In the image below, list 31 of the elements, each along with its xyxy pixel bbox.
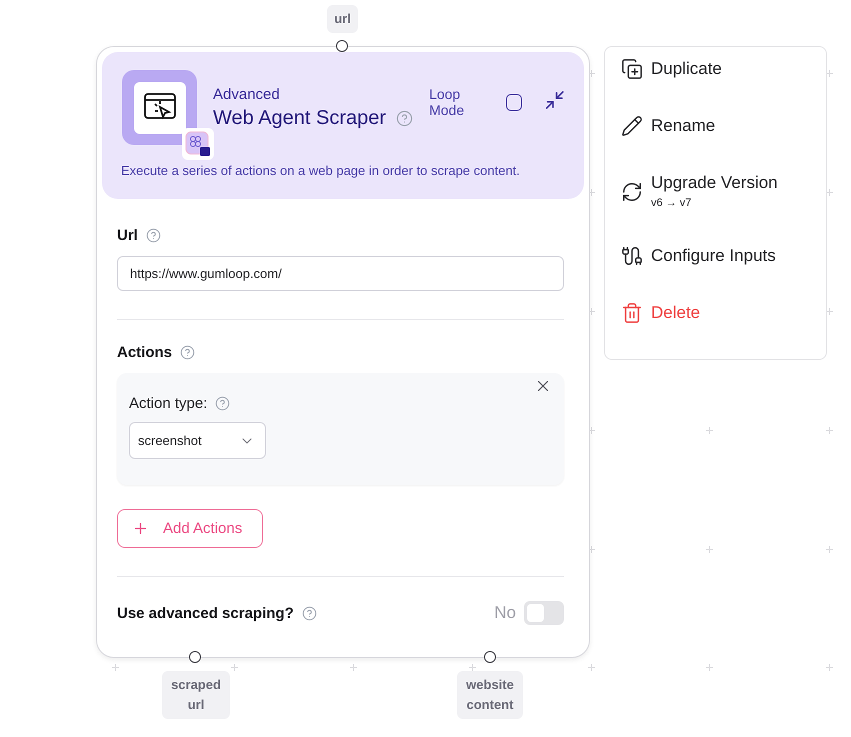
field-label: Use advanced scraping?	[117, 604, 294, 622]
field-label: Actions	[117, 344, 172, 361]
action-type-label: Action type:	[129, 395, 208, 412]
node-title: Web Agent Scraper	[213, 107, 386, 130]
action-type-dropdown[interactable]: screenshot	[129, 422, 266, 459]
port-label: scraped url	[162, 671, 230, 719]
trash-icon	[621, 302, 643, 324]
loop-mode-checkbox[interactable]	[506, 94, 522, 110]
menu-item[interactable]: Duplicate	[621, 58, 826, 116]
output-port[interactable]	[189, 651, 201, 663]
input-port[interactable]	[336, 40, 348, 52]
refresh-icon	[621, 181, 643, 204]
menu-item[interactable]: Delete	[621, 302, 826, 360]
menu-item[interactable]: Upgrade Version v6 → v7	[621, 172, 826, 245]
node-description: Execute a series of actions on a web page in order to scrape content.	[121, 163, 521, 178]
pencil-icon	[621, 115, 643, 138]
plus-icon	[132, 520, 149, 537]
port-label: url	[327, 5, 358, 33]
cable-icon	[621, 244, 643, 267]
url-field[interactable]: https://www.gumloop.com/	[117, 256, 564, 291]
node-category: Advanced	[213, 86, 281, 103]
menu-item[interactable]: Rename	[621, 115, 826, 172]
duplicate-icon	[621, 58, 643, 80]
output-port[interactable]	[484, 651, 496, 663]
toggle-state-text: No	[494, 603, 516, 623]
port-label: website content	[457, 671, 523, 719]
toggle-switch[interactable]	[524, 601, 564, 625]
menu-item[interactable]: Configure Inputs	[621, 244, 826, 302]
field-label: Url	[117, 227, 138, 244]
collapse-icon[interactable]	[544, 89, 566, 111]
loop-mode-label: Loop Mode	[429, 86, 466, 118]
